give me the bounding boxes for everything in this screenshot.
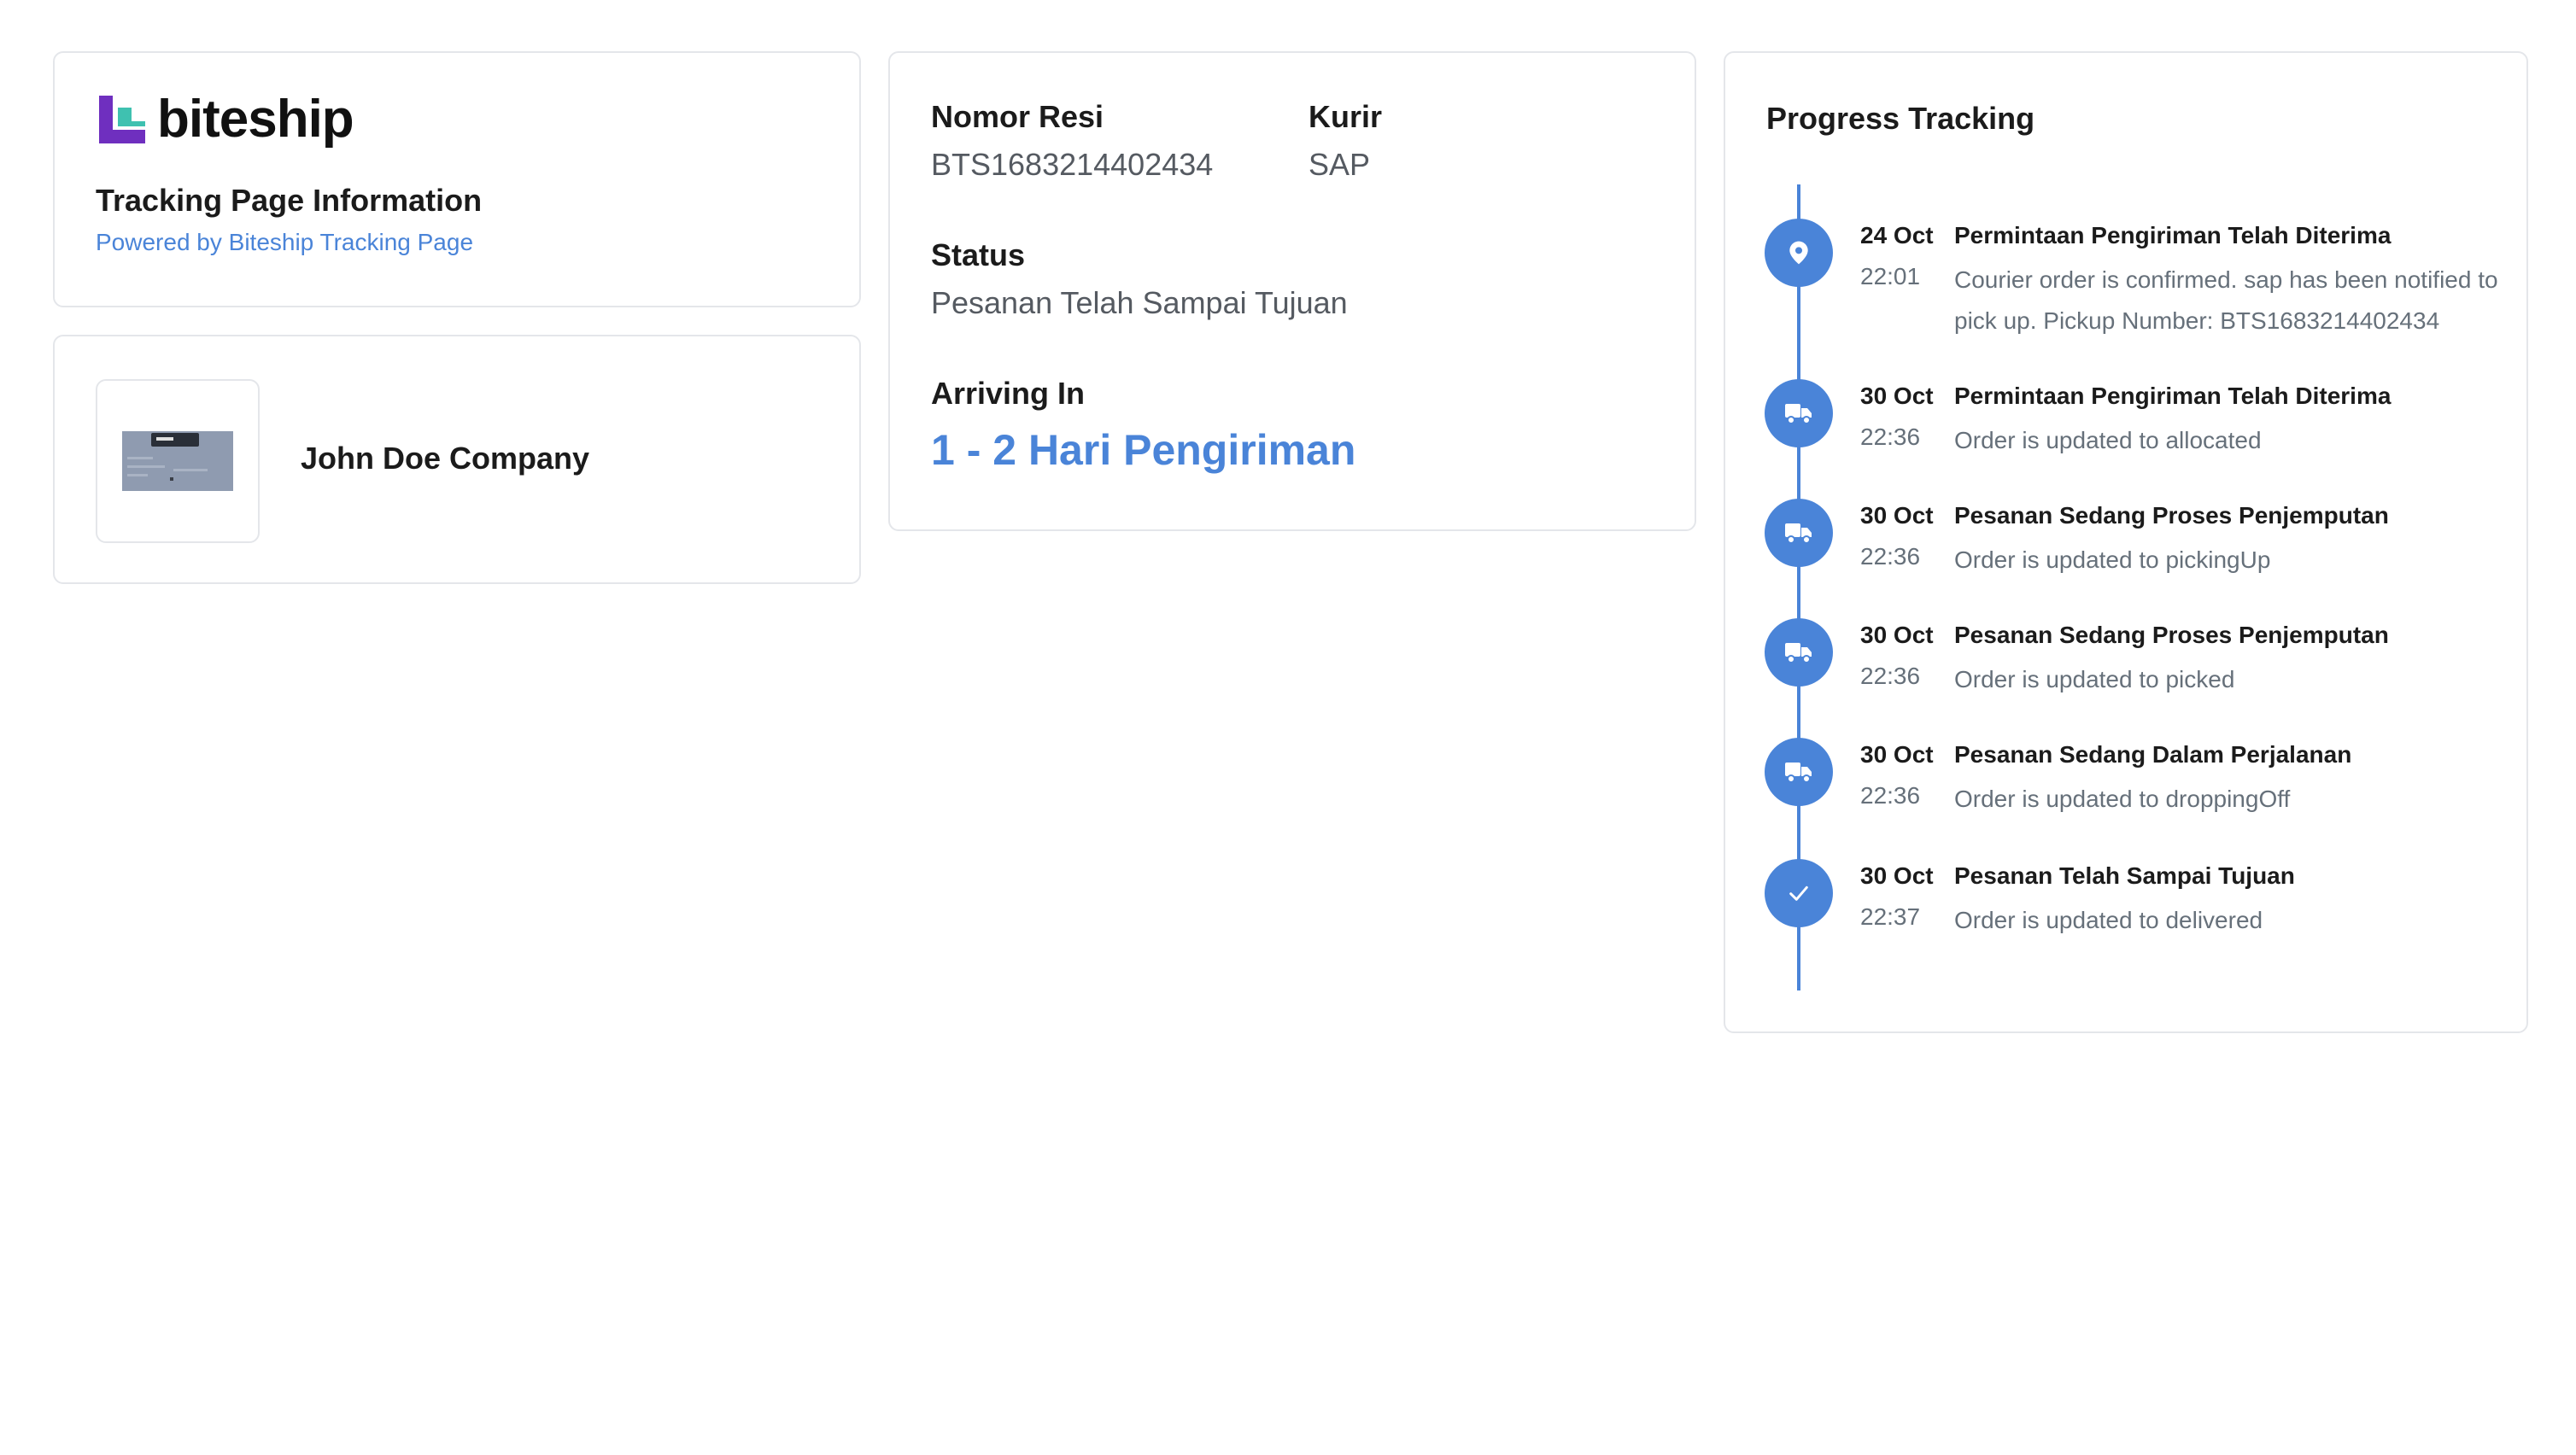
truck-icon (1765, 499, 1833, 567)
event-date: 30 Oct (1860, 502, 1934, 529)
event-time: 22:37 (1860, 903, 1921, 930)
brand-logo: biteship (96, 92, 354, 147)
brand-card: biteship Tracking Page Information Power… (53, 51, 861, 307)
progress-tracking-card: Progress Tracking 24 Oct 22:01 Permintaa… (1724, 51, 2528, 1033)
event-description: Order is updated to droppingOff (1954, 786, 2291, 812)
company-card: John Doe Company (53, 335, 861, 584)
event-title: Pesanan Sedang Dalam Perjalanan (1954, 741, 2352, 768)
event-time: 22:36 (1860, 543, 1921, 570)
arrival-value: 1 - 2 Hari Pengiriman (931, 426, 1356, 474)
event-description: Order is updated to allocated (1954, 427, 2262, 453)
event-title: Pesanan Sedang Proses Penjemputan (1954, 622, 2389, 648)
event-title: Pesanan Telah Sampai Tujuan (1954, 862, 2295, 889)
event-description: Order is updated to delivered (1954, 907, 2263, 933)
progress-title: Progress Tracking (1766, 101, 2035, 136)
truck-icon (1765, 738, 1833, 806)
truck-icon (1765, 618, 1833, 687)
checkmark-icon (1765, 859, 1833, 927)
brand-name: biteship (157, 90, 354, 149)
courier-value: SAP (1308, 147, 1371, 182)
company-logo (96, 379, 260, 543)
biteship-logo-icon (99, 96, 145, 143)
powered-by-link[interactable]: Powered by Biteship Tracking Page (96, 229, 473, 256)
resi-label: Nomor Resi (931, 99, 1104, 134)
resi-value: BTS1683214402434 (931, 147, 1214, 182)
status-label: Status (931, 237, 1026, 272)
event-time: 22:01 (1860, 263, 1921, 289)
event-date: 30 Oct (1860, 622, 1934, 648)
event-time: 22:36 (1860, 424, 1921, 450)
arrival-label: Arriving In (931, 376, 1086, 411)
location-pin-icon (1765, 219, 1833, 287)
event-time: 22:36 (1860, 663, 1921, 689)
company-name: John Doe Company (301, 441, 590, 476)
event-time: 22:36 (1860, 782, 1921, 809)
event-date: 30 Oct (1860, 383, 1934, 409)
event-title: Pesanan Sedang Proses Penjemputan (1954, 502, 2389, 529)
shipment-info-card: Nomor Resi BTS1683214402434 Kurir SAP St… (888, 51, 1696, 531)
status-value: Pesanan Telah Sampai Tujuan (931, 285, 1348, 320)
truck-icon (1765, 379, 1833, 447)
company-logo-image (122, 431, 233, 491)
event-date: 24 Oct (1860, 222, 1934, 248)
event-date: 30 Oct (1860, 862, 1934, 889)
page-title: Tracking Page Information (96, 183, 483, 218)
event-title: Permintaan Pengiriman Telah Diterima (1954, 222, 2392, 248)
event-title: Permintaan Pengiriman Telah Diterima (1954, 383, 2392, 409)
event-date: 30 Oct (1860, 741, 1934, 768)
event-description: Order is updated to picked (1954, 666, 2235, 692)
courier-label: Kurir (1308, 99, 1383, 134)
event-description: Order is updated to pickingUp (1954, 546, 2271, 573)
event-description: Courier order is confirmed. sap has been… (1954, 266, 2498, 334)
